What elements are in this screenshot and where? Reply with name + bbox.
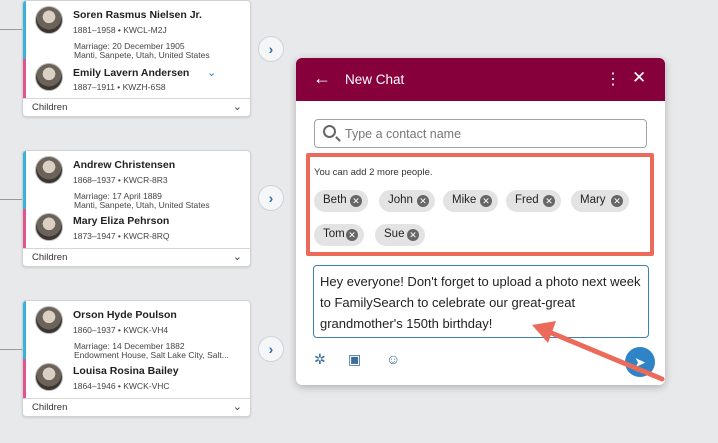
person-photo[interactable] <box>35 63 63 91</box>
children-toggle[interactable]: Children ⌄ <box>23 398 250 416</box>
couple-card[interactable]: Orson Hyde Poulson 1860–1937 • KWCK-VH4 … <box>22 300 251 417</box>
back-arrow-icon[interactable]: ← <box>313 68 331 89</box>
person-lifespan-id: 1881–1958 • KWCL-M2J <box>73 25 167 35</box>
person-lifespan-id: 1860–1937 • KWCK-VH4 <box>73 325 169 335</box>
chevron-right-icon: › <box>268 341 274 357</box>
children-toggle[interactable]: Children ⌄ <box>23 248 250 266</box>
annotation-highlight-box <box>306 153 654 256</box>
person-photo[interactable] <box>35 156 63 184</box>
more-options-icon[interactable]: ⋮ <box>605 69 621 89</box>
person-lifespan-id: 1868–1937 • KWCR-8R3 <box>73 175 168 185</box>
couple-card[interactable]: Andrew Christensen 1868–1937 • KWCR-8R3 … <box>22 150 251 267</box>
husband-stripe <box>23 151 26 209</box>
person-name[interactable]: Louisa Rosina Bailey <box>73 365 179 377</box>
chevron-down-icon: ⌄ <box>232 101 242 113</box>
person-lifespan-id: 1887–1911 • KWZH-6S8 <box>73 82 166 92</box>
search-icon <box>323 125 336 138</box>
chat-title: New Chat <box>345 72 405 87</box>
person-name[interactable]: Mary Eliza Pehrson <box>73 215 169 227</box>
husband-stripe <box>23 301 26 359</box>
tree-connector <box>0 29 22 30</box>
person-lifespan-id: 1864–1946 • KWCK-VHC <box>73 381 170 391</box>
person-photo[interactable] <box>35 213 63 241</box>
children-label: Children <box>32 402 68 413</box>
chevron-down-icon: ⌄ <box>232 251 242 263</box>
wife-stripe <box>23 58 26 98</box>
children-label: Children <box>32 252 68 263</box>
couple-card[interactable]: Soren Rasmus Nielsen Jr. 1881–1958 • KWC… <box>22 0 251 117</box>
tree-connector <box>0 199 22 200</box>
chevron-right-icon: › <box>268 190 274 206</box>
chevron-down-icon: ⌄ <box>232 401 242 413</box>
tree-connector <box>0 349 22 350</box>
husband-stripe <box>23 1 26 59</box>
marriage-place: Manti, Sanpete, Utah, United States <box>74 200 210 210</box>
person-lifespan-id: 1873–1947 • KWCR-8RQ <box>73 231 170 241</box>
marriage-place: Manti, Sanpete, Utah, United States <box>74 50 210 60</box>
chat-header: ← New Chat ⋮ ✕ <box>296 58 665 101</box>
person-name[interactable]: Andrew Christensen <box>73 159 175 171</box>
expand-family-button[interactable]: › <box>258 336 284 362</box>
contact-search-field[interactable] <box>314 119 647 148</box>
children-toggle[interactable]: Children ⌄ <box>23 98 250 116</box>
wife-stripe <box>23 208 26 248</box>
chevron-down-icon[interactable]: ⌄ <box>207 66 216 79</box>
children-label: Children <box>32 102 68 113</box>
image-icon[interactable]: ▣ <box>348 351 361 368</box>
annotation-arrow <box>532 321 665 382</box>
contact-search-input[interactable] <box>345 124 640 144</box>
person-name[interactable]: Soren Rasmus Nielsen Jr. <box>73 9 202 21</box>
person-name[interactable]: Orson Hyde Poulson <box>73 309 177 321</box>
close-icon[interactable]: ✕ <box>632 68 646 88</box>
marriage-place: Endowment House, Salt Lake City, Salt... <box>74 350 229 360</box>
chevron-right-icon: › <box>268 41 274 57</box>
person-name[interactable]: Emily Lavern Andersen <box>73 67 189 79</box>
expand-family-button[interactable]: › <box>258 36 284 62</box>
attachment-icon[interactable]: ✲ <box>314 351 326 368</box>
wife-stripe <box>23 358 26 398</box>
person-photo[interactable] <box>35 363 63 391</box>
person-photo[interactable] <box>35 6 63 34</box>
expand-family-button[interactable]: › <box>258 185 284 211</box>
person-photo[interactable] <box>35 306 63 334</box>
emoji-icon[interactable]: ☺ <box>386 351 400 367</box>
